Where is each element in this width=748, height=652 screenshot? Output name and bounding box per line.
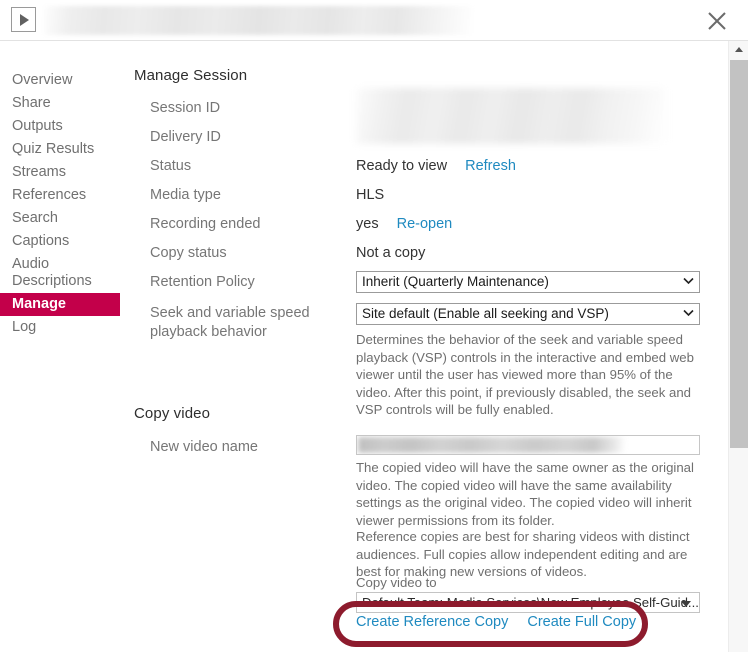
media-type-value: HLS	[356, 186, 384, 205]
sidebar-nav: Overview Share Outputs Quiz Results Stre…	[0, 41, 120, 339]
play-triangle	[20, 14, 29, 26]
main-content: Manage Session Session ID Delivery ID St…	[120, 41, 728, 652]
label-seek-vsp: Seek and variable speed playback behavio…	[150, 304, 350, 342]
label-recording-ended: Recording ended	[150, 215, 350, 234]
copy-video-to-dropdown[interactable]: Default Team: Media Services\New Employe…	[356, 592, 700, 613]
sidebar-item-overview[interactable]: Overview	[0, 69, 120, 92]
label-media-type: Media type	[150, 186, 350, 205]
seek-vsp-selected: Site default (Enable all seeking and VSP…	[362, 306, 609, 321]
dialog-header	[0, 0, 748, 41]
seek-vsp-select[interactable]: Site default (Enable all seeking and VSP…	[356, 303, 700, 325]
recording-ended-value: yes	[356, 216, 379, 232]
label-delivery-id: Delivery ID	[150, 128, 350, 147]
new-video-name-value-redacted	[358, 437, 625, 453]
copy-video-to-selected: Default Team: Media Services\New Employe…	[362, 595, 699, 610]
scroll-thumb[interactable]	[730, 60, 748, 448]
sidebar-item-streams[interactable]: Streams	[0, 161, 120, 184]
chevron-down-icon	[683, 277, 692, 286]
label-new-video-name: New video name	[150, 438, 350, 457]
session-manage-dialog: Overview Share Outputs Quiz Results Stre…	[0, 0, 748, 652]
sidebar-item-references[interactable]: References	[0, 184, 120, 207]
refresh-link[interactable]: Refresh	[465, 158, 516, 174]
sidebar-item-share[interactable]: Share	[0, 92, 120, 115]
new-video-name-input[interactable]	[356, 435, 700, 455]
sidebar-item-log[interactable]: Log	[0, 316, 120, 339]
dialog-title-redacted	[44, 6, 474, 35]
sidebar-item-outputs[interactable]: Outputs	[0, 115, 120, 138]
retention-policy-select[interactable]: Inherit (Quarterly Maintenance)	[356, 271, 700, 293]
chevron-down-icon	[683, 309, 692, 318]
copy-video-heading: Copy video	[134, 405, 210, 422]
sidebar-item-captions[interactable]: Captions	[0, 230, 120, 253]
close-button[interactable]	[698, 4, 736, 38]
copy-action-links: Create Reference Copy Create Full Copy	[356, 614, 651, 630]
label-status: Status	[150, 157, 350, 176]
status-value-row: Ready to view Refresh	[356, 157, 516, 176]
copy-video-help-2: Reference copies are best for sharing vi…	[356, 528, 704, 581]
label-copy-video-to: Copy video to	[356, 575, 437, 591]
play-icon	[11, 7, 36, 32]
create-reference-copy-button[interactable]: Create Reference Copy	[356, 614, 508, 630]
session-id-value-redacted	[356, 88, 666, 144]
copy-status-value: Not a copy	[356, 244, 425, 263]
label-retention-policy: Retention Policy	[150, 273, 350, 292]
manage-session-heading: Manage Session	[134, 67, 247, 84]
copy-video-help-1: The copied video will have the same owne…	[356, 459, 704, 529]
close-icon	[706, 10, 728, 32]
label-copy-status: Copy status	[150, 244, 350, 263]
status-value: Ready to view	[356, 158, 447, 174]
retention-policy-selected: Inherit (Quarterly Maintenance)	[362, 274, 549, 289]
re-open-link[interactable]: Re-open	[397, 216, 453, 232]
scroll-up-arrow-icon[interactable]	[729, 41, 748, 58]
create-full-copy-button[interactable]: Create Full Copy	[527, 614, 636, 630]
sidebar-item-quiz-results[interactable]: Quiz Results	[0, 138, 120, 161]
recording-ended-value-row: yes Re-open	[356, 215, 452, 234]
seek-vsp-help-text: Determines the behavior of the seek and …	[356, 331, 704, 419]
sidebar-item-manage[interactable]: Manage	[0, 293, 120, 316]
sidebar-item-audio-descriptions[interactable]: Audio Descriptions	[0, 253, 120, 293]
sidebar-item-search[interactable]: Search	[0, 207, 120, 230]
label-session-id: Session ID	[150, 99, 350, 118]
vertical-scrollbar[interactable]	[728, 41, 748, 652]
